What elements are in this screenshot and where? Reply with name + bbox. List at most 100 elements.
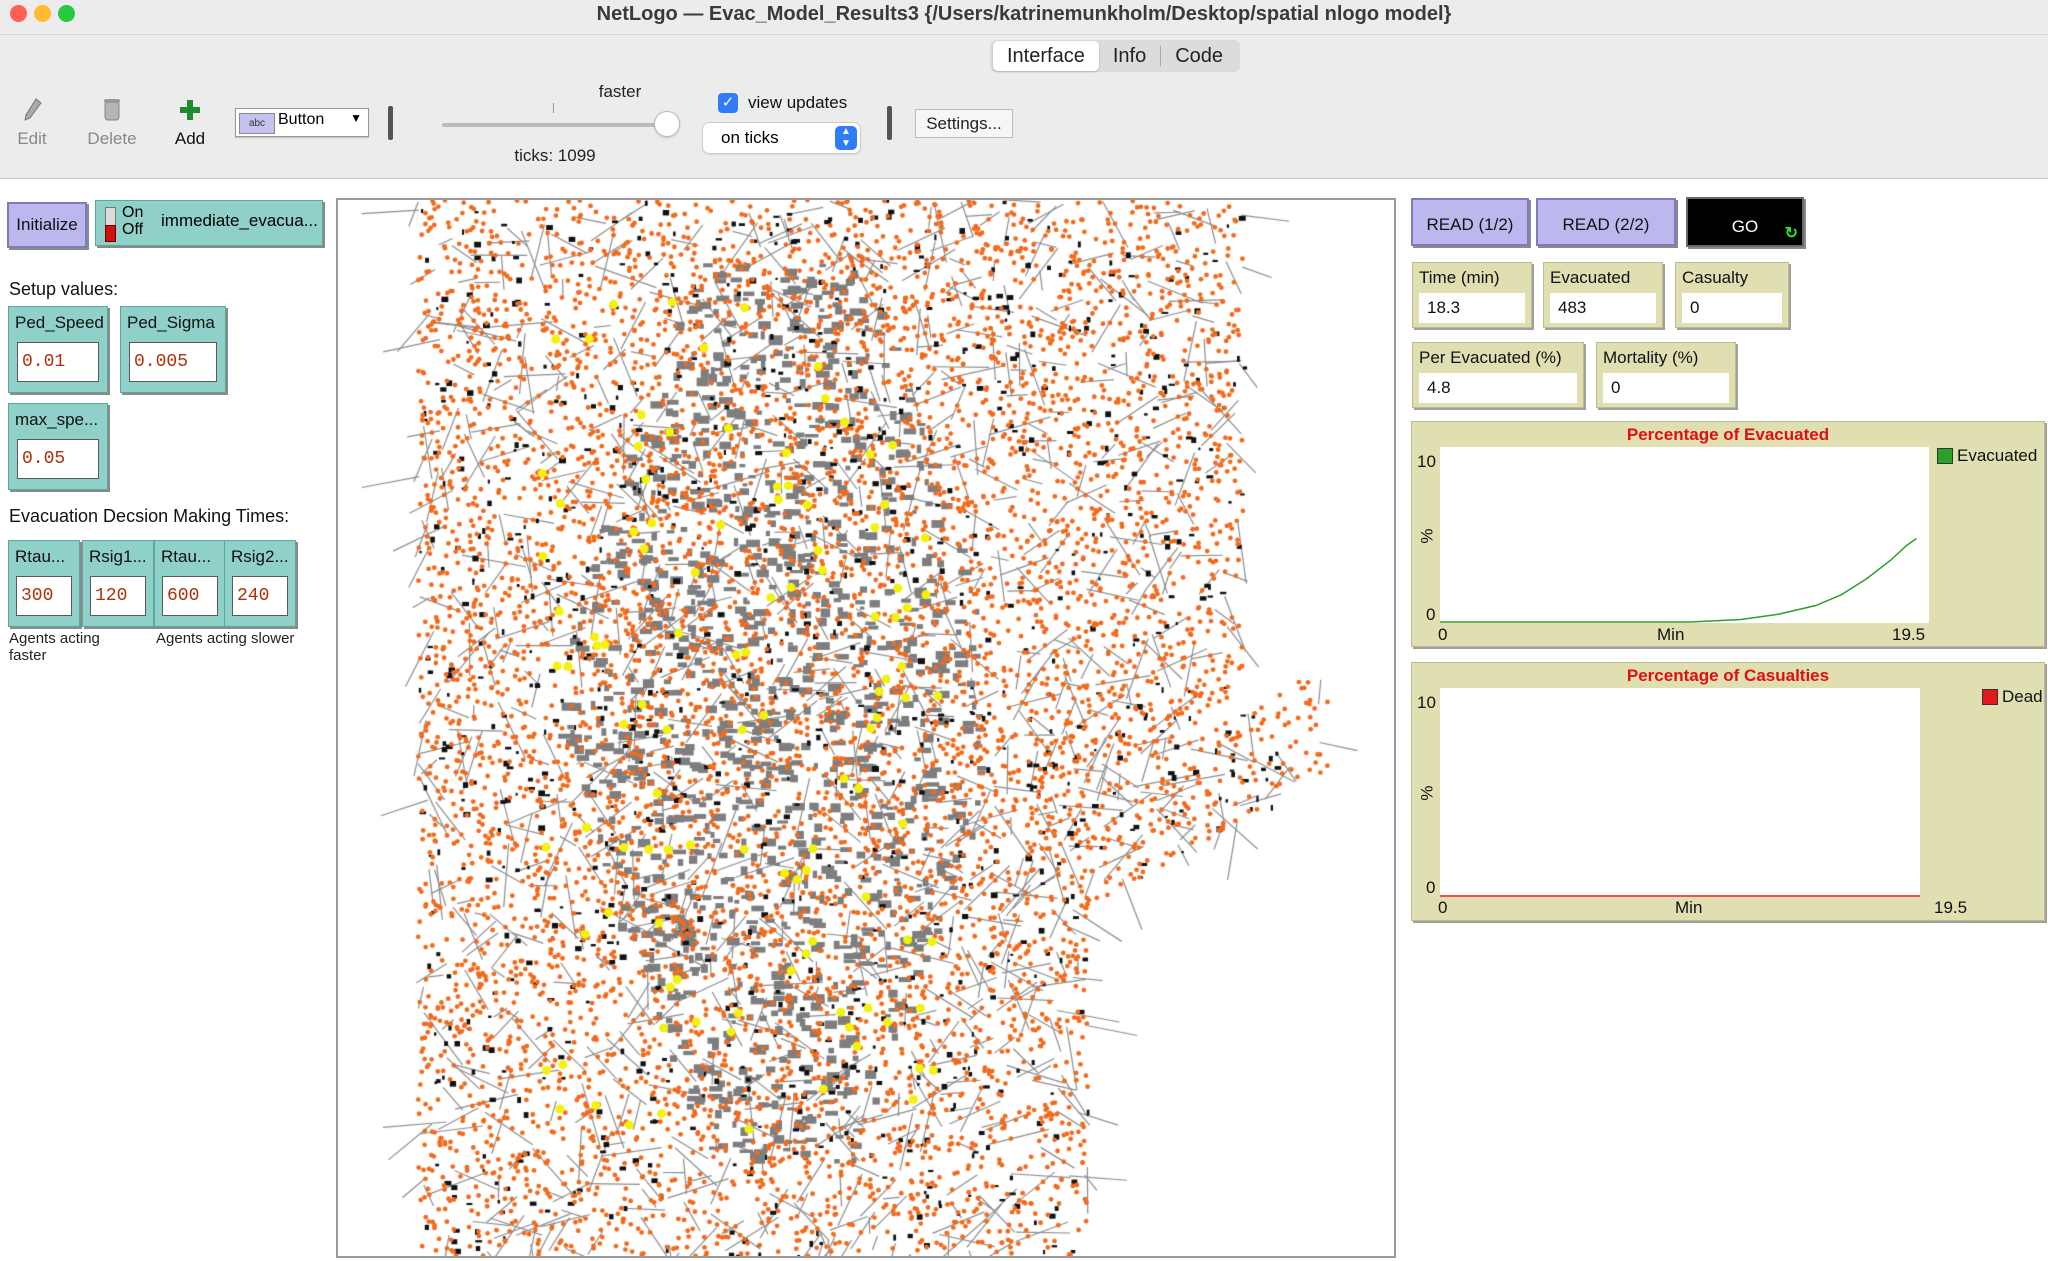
casualty-monitor: Casualty 0 <box>1675 262 1789 328</box>
slider-center-tick <box>553 103 554 113</box>
ped-sigma-value[interactable]: 0.005 <box>129 342 217 382</box>
casualties-plot: Percentage of Casualties 10 % 0 0 Min 19… <box>1411 662 2045 921</box>
speed-slider-thumb[interactable] <box>655 112 679 136</box>
evacuated-series-line <box>1440 537 1917 623</box>
edit-label: Edit <box>17 129 47 148</box>
switch-off-label: Off <box>122 221 144 238</box>
evacuated-plot-svg <box>1440 537 1917 623</box>
y-max-label: 10 <box>1417 452 1436 471</box>
rsig1-input[interactable]: Rsig1... 120 <box>82 540 154 627</box>
y-min-label: 0 <box>1426 605 1436 624</box>
button-widget-icon: abc <box>239 113 275 134</box>
rtau2-input[interactable]: Rtau... 600 <box>154 540 226 627</box>
speed-slider[interactable] <box>442 123 667 127</box>
time-monitor-value: 18.3 <box>1419 293 1525 323</box>
title-bar: NetLogo — Evac_Model_Results3 {/Users/ka… <box>0 0 2048 35</box>
evacuated-monitor-label: Evacuated <box>1550 268 1631 287</box>
note-agents-faster: Agents acting faster <box>9 630 100 664</box>
evacuated-plot: Percentage of Evacuated 10 % 0 0 Min 19.… <box>1411 421 2045 647</box>
updown-chevron-icon: ▲ ▼ <box>835 126 857 150</box>
update-mode-value: on ticks <box>721 128 779 147</box>
casualties-plot-title: Percentage of Casualties <box>1626 666 1830 685</box>
immediate-evacuation-switch[interactable]: On Off immediate_evacua... <box>95 200 323 246</box>
y-axis-label: % <box>1417 785 1437 801</box>
settings-button[interactable]: Settings... <box>915 109 1013 138</box>
casualty-monitor-label: Casualty <box>1682 268 1749 287</box>
dead-legend-swatch <box>1982 689 1998 705</box>
evacuated-monitor-value: 483 <box>1550 293 1656 323</box>
switch-toggle[interactable] <box>105 207 116 242</box>
rtau1-value[interactable]: 300 <box>16 576 72 616</box>
max-speed-input[interactable]: max_spe... 0.05 <box>8 403 108 490</box>
evacuated-monitor: Evacuated 483 <box>1543 262 1663 328</box>
mortality-monitor-label: Mortality (%) <box>1603 348 1699 367</box>
edit-tool[interactable]: Edit <box>12 96 52 149</box>
tab-info[interactable]: Info <box>1099 41 1160 71</box>
rtau1-input[interactable]: Rtau... 300 <box>8 540 80 627</box>
ticks-counter: ticks: 1099 <box>514 146 596 165</box>
world-map-canvas <box>338 200 1394 1256</box>
mortality-monitor: Mortality (%) 0 <box>1596 342 1736 408</box>
pencil-icon <box>24 98 42 121</box>
rsig2-label: Rsig2... <box>231 547 289 566</box>
rtau2-label: Rtau... <box>161 547 212 566</box>
x-min-label: 0 <box>1438 625 1448 644</box>
x-axis-label: Min <box>1675 898 1703 917</box>
plus-icon <box>180 100 200 120</box>
ped-speed-input[interactable]: Ped_Speed 0.01 <box>8 306 108 393</box>
update-mode-select[interactable]: on ticks ▲ ▼ <box>703 123 860 153</box>
rsig1-label: Rsig1... <box>89 547 147 566</box>
delete-tool[interactable]: Delete <box>82 96 142 149</box>
toolbar-divider <box>388 106 393 140</box>
view-updates-checkbox[interactable]: ✓ <box>718 93 738 113</box>
rsig2-value[interactable]: 240 <box>232 576 288 616</box>
x-max-label: 19.5 <box>1934 898 1968 917</box>
x-min-label: 0 <box>1438 898 1448 917</box>
add-tool[interactable]: Add <box>170 96 210 149</box>
ped-speed-value[interactable]: 0.01 <box>17 342 99 382</box>
view-updates-label: view updates <box>748 93 848 112</box>
casualty-monitor-value: 0 <box>1682 293 1782 323</box>
window-title: NetLogo — Evac_Model_Results3 {/Users/ka… <box>596 3 1452 25</box>
evacuated-plot-title: Percentage of Evacuated <box>1626 425 1830 444</box>
percent-evacuated-label: Per Evacuated (%) <box>1419 348 1562 367</box>
max-speed-value[interactable]: 0.05 <box>17 439 99 479</box>
x-max-label: 19.5 <box>1892 625 1926 644</box>
y-max-label: 10 <box>1417 693 1436 712</box>
go-button[interactable]: GO ↻ <box>1686 197 1804 247</box>
ped-sigma-input[interactable]: Ped_Sigma 0.005 <box>120 306 226 393</box>
rsig1-value[interactable]: 120 <box>90 576 146 616</box>
x-axis-label: Min <box>1657 625 1685 644</box>
y-axis-label: % <box>1417 528 1437 544</box>
forever-icon: ↻ <box>1784 225 1798 242</box>
evacuated-plot-area <box>1440 447 1929 623</box>
max-speed-label: max_spe... <box>15 410 99 429</box>
read-2-button[interactable]: READ (2/2) <box>1536 198 1676 246</box>
mortality-monitor-value: 0 <box>1603 373 1729 403</box>
chevron-down-icon: ▼ <box>350 111 362 125</box>
time-monitor-label: Time (min) <box>1419 268 1500 287</box>
trash-icon <box>104 99 120 121</box>
setup-values-heading: Setup values: <box>9 279 119 299</box>
ped-sigma-label: Ped_Sigma <box>127 313 215 332</box>
note-agents-slower: Agents acting slower <box>156 630 295 647</box>
rtau1-label: Rtau... <box>15 547 66 566</box>
decision-times-heading: Evacuation Decsion Making Times: <box>9 506 290 526</box>
switch-label: immediate_evacua... <box>161 211 318 230</box>
rsig2-input[interactable]: Rsig2... 240 <box>224 540 296 627</box>
widget-type-select[interactable]: abc Button ▼ <box>235 108 369 137</box>
tab-interface[interactable]: Interface <box>993 41 1099 71</box>
evacuated-legend-swatch <box>1937 448 1953 464</box>
widget-type-value: Button <box>278 111 325 128</box>
add-label: Add <box>174 129 206 148</box>
tab-code[interactable]: Code <box>1161 41 1237 71</box>
casualties-plot-area <box>1440 688 1920 897</box>
dead-legend-label: Dead <box>2002 687 2043 706</box>
read-1-button[interactable]: READ (1/2) <box>1411 198 1529 246</box>
ped-speed-label: Ped_Speed <box>15 313 104 332</box>
world-view[interactable] <box>336 198 1396 1258</box>
initialize-button[interactable]: Initialize <box>7 202 87 248</box>
toolbar-divider <box>887 106 892 140</box>
evacuated-legend-label: Evacuated <box>1957 446 2038 465</box>
rtau2-value[interactable]: 600 <box>162 576 218 616</box>
